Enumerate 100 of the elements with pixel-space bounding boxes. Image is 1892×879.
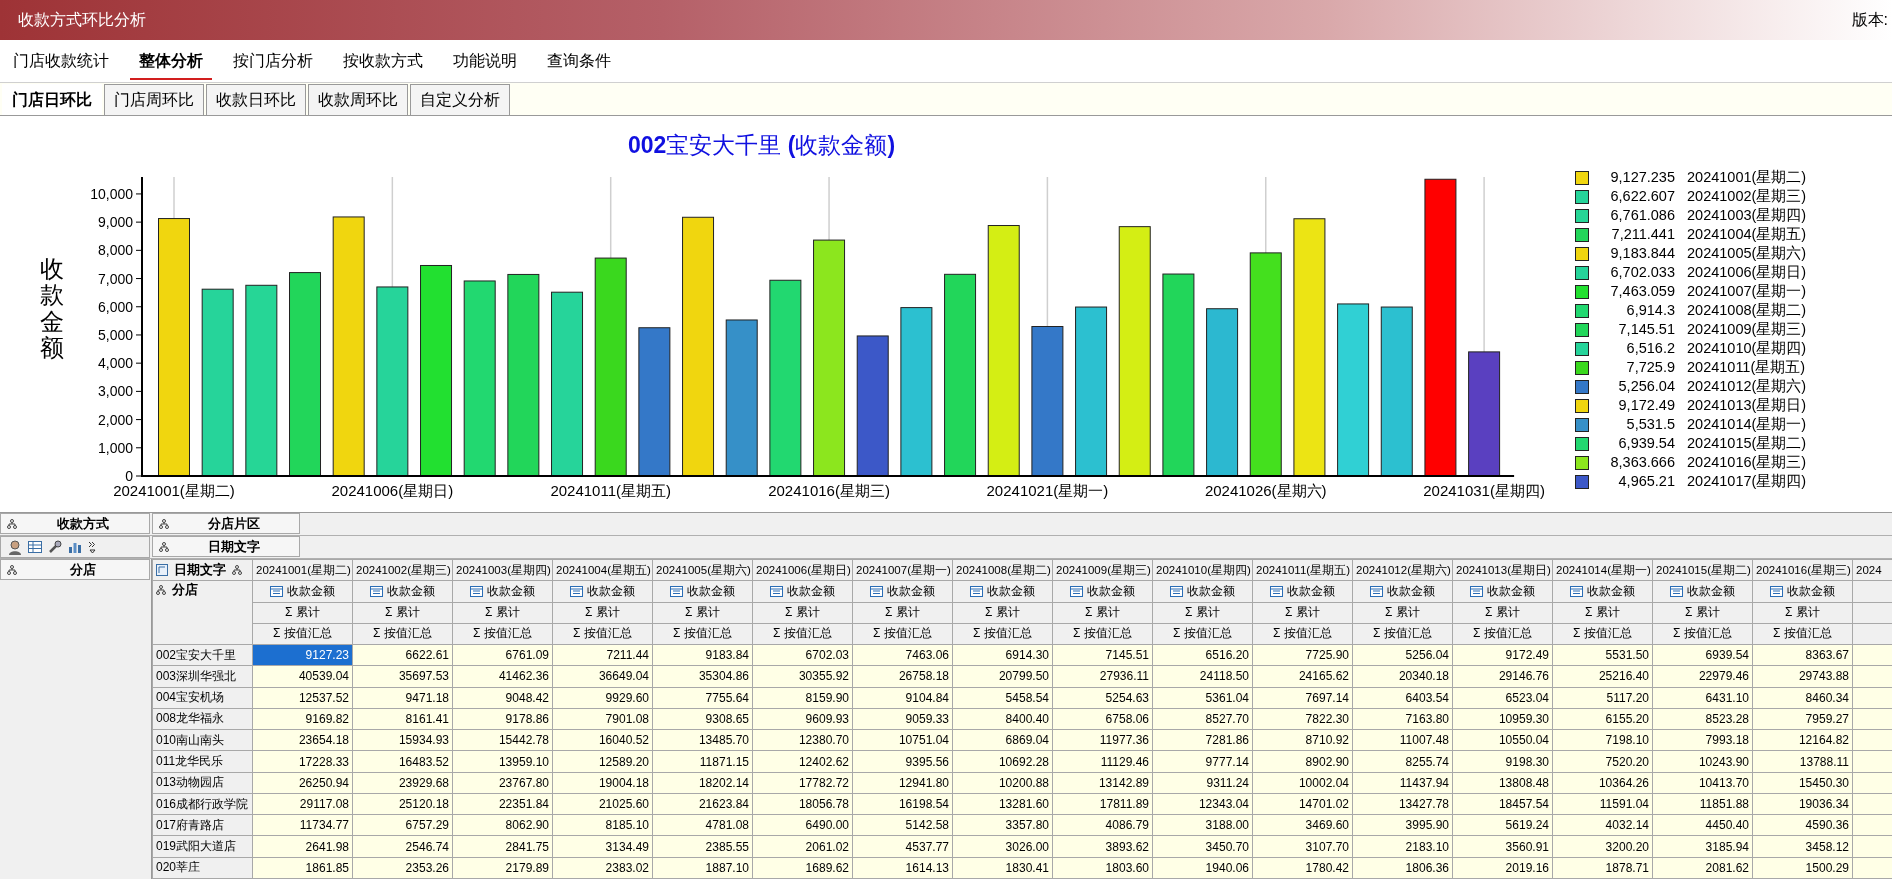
measure-label: 收款金额: [1087, 582, 1135, 600]
hierarchy-icon: [7, 564, 17, 575]
sub-tab[interactable]: 门店周环比: [104, 84, 204, 115]
column-header[interactable]: 20241016(星期三): [1752, 559, 1853, 581]
sub-tab[interactable]: 收款日环比: [206, 84, 306, 115]
y-tick-label: 1,000: [97, 439, 133, 456]
field-button[interactable]: 分店: [0, 559, 150, 580]
measure-label: 收款金额: [587, 582, 635, 600]
legend-amount: 9,172.49: [1617, 397, 1675, 414]
y-tick-label: 10,000: [90, 185, 133, 202]
hierarchy-icon: [156, 585, 166, 596]
person-icon[interactable]: [7, 539, 23, 555]
legend-amount: 7,725.9: [1625, 359, 1675, 376]
column-header[interactable]: 20241006(星期日): [752, 559, 853, 581]
legend-date: 20241017(星期四): [1687, 473, 1807, 490]
row-header[interactable]: 020莘庄: [152, 857, 253, 879]
field-button[interactable]: 日期文字: [152, 536, 300, 557]
menu-tab[interactable]: 按门店分析: [224, 42, 322, 80]
column-header[interactable]: 20241005(星期六): [652, 559, 753, 581]
column-header[interactable]: 20241003(星期四): [452, 559, 553, 581]
legend-date: 20241007(星期一): [1687, 283, 1807, 300]
sub-tab[interactable]: 自定义分析: [410, 84, 510, 115]
x-tick-label: 20241021(星期一): [986, 482, 1109, 499]
version-label: 版本:: [1851, 9, 1889, 30]
hierarchy-icon: [159, 541, 169, 552]
y-tick-label: 3,000: [97, 383, 133, 400]
legend-date: 20241011(星期五): [1687, 359, 1806, 376]
window-title: 收款方式环比分析: [18, 9, 146, 30]
row-header[interactable]: 017府青路店: [152, 814, 253, 836]
menu-tab[interactable]: 查询条件: [538, 42, 620, 80]
legend-amount: 6,939.54: [1617, 435, 1675, 452]
measure-label: 收款金额: [787, 582, 835, 600]
table-icon: [370, 585, 383, 597]
row-header[interactable]: 011龙华民乐: [152, 750, 253, 773]
field-label: 分店: [69, 560, 97, 579]
y-tick-label: 2,000: [97, 411, 133, 428]
legend-amount: 9,127.235: [1609, 169, 1675, 186]
legend-amount: 6,622.607: [1609, 188, 1675, 205]
column-header[interactable]: 20241011(星期五): [1252, 559, 1353, 581]
menu-tab[interactable]: 门店收款统计: [4, 42, 118, 80]
legend-date: 20241016(星期三): [1687, 454, 1807, 471]
field-button[interactable]: 分店片区: [152, 513, 300, 534]
column-field-header[interactable]: 日期文字: [152, 559, 253, 581]
measure-label: 收款金额: [1387, 582, 1435, 600]
field-button[interactable]: 收款方式: [0, 513, 150, 534]
hierarchy-icon: [159, 518, 169, 529]
column-header[interactable]: 20241008(星期二): [952, 559, 1053, 581]
y-axis-label: 收款金额: [40, 256, 64, 364]
field-label: 分店: [172, 581, 198, 600]
measure-label: 收款金额: [1187, 582, 1235, 600]
row-header[interactable]: 008龙华福永: [152, 708, 253, 730]
measure-label: 收款金额: [1287, 582, 1335, 600]
chevron-icon[interactable]: [87, 539, 97, 555]
column-header[interactable]: 20241009(星期三): [1052, 559, 1153, 581]
measure-label: 收款金额: [987, 582, 1035, 600]
x-tick-label: 20241006(星期日): [331, 482, 454, 499]
row-header[interactable]: 013动物园店: [152, 772, 253, 794]
column-header[interactable]: 20241012(星期六): [1352, 559, 1453, 581]
measure-label: 收款金额: [287, 582, 335, 600]
menu-tab[interactable]: 功能说明: [444, 42, 526, 80]
sub-tab[interactable]: 门店日环比: [2, 84, 102, 115]
column-header[interactable]: 20241004(星期五): [552, 559, 653, 581]
legend-date: 20241009(星期三): [1687, 321, 1807, 338]
menu-tab[interactable]: 按收款方式: [334, 42, 432, 80]
field-label: 日期文字: [174, 561, 226, 580]
row-header[interactable]: 016成都行政学院: [152, 793, 253, 815]
y-tick-label: 7,000: [97, 270, 133, 287]
menu-tab[interactable]: 整体分析: [130, 42, 212, 80]
legend-amount: 7,463.059: [1609, 283, 1675, 300]
row-header[interactable]: 003深圳华强北: [152, 665, 253, 688]
table-icon: [1470, 585, 1483, 597]
row-header[interactable]: 010南山南头: [152, 729, 253, 751]
row-header[interactable]: 019武阳大道店: [152, 835, 253, 858]
legend-date: 20241006(星期日): [1687, 264, 1807, 281]
measure-label: 收款金额: [487, 582, 535, 600]
sub-tab[interactable]: 收款周环比: [308, 84, 408, 115]
row-header[interactable]: 004宝安机场: [152, 687, 253, 709]
column-header[interactable]: 20241010(星期四): [1152, 559, 1253, 581]
column-header[interactable]: 20241013(星期日): [1452, 559, 1553, 581]
row-field-header[interactable]: 分店: [152, 580, 253, 645]
grid-icon[interactable]: [27, 539, 43, 555]
legend-date: 20241008(星期二): [1687, 302, 1807, 319]
column-header[interactable]: 20241002(星期三): [352, 559, 453, 581]
column-header[interactable]: 20241014(星期一): [1552, 559, 1653, 581]
y-tick-label: 4,000: [97, 355, 133, 372]
column-header[interactable]: 20241001(星期二): [252, 559, 353, 581]
table-icon: [770, 585, 783, 597]
legend-date: 20241003(星期四): [1687, 207, 1807, 224]
table-icon: [1670, 585, 1683, 597]
table-icon: [670, 585, 683, 597]
table-icon: [1070, 585, 1083, 597]
column-header[interactable]: 20241015(星期二): [1652, 559, 1753, 581]
column-header[interactable]: 2024: [1852, 559, 1892, 581]
column-header[interactable]: 20241007(星期一): [852, 559, 953, 581]
y-tick-label: 9,000: [97, 214, 133, 231]
y-tick-label: 8,000: [97, 242, 133, 259]
table-icon: [1270, 585, 1283, 597]
measure-label: 收款金额: [687, 582, 735, 600]
measure-label: 收款金额: [1587, 582, 1635, 600]
row-header[interactable]: 002宝安大千里: [152, 644, 253, 666]
